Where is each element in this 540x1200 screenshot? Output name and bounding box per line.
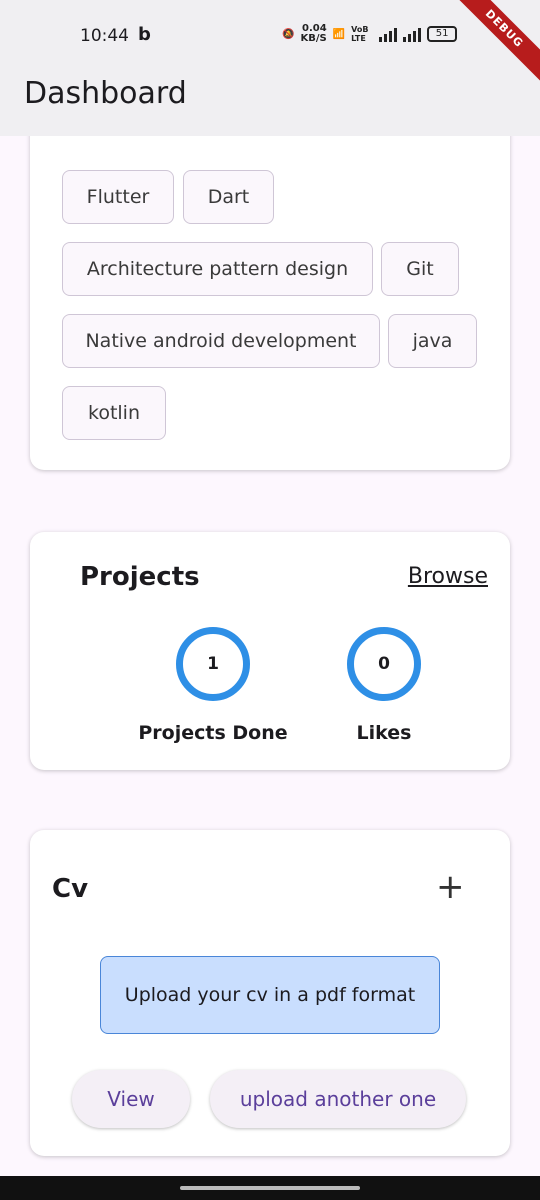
page-title: Dashboard <box>24 76 187 111</box>
skill-chip[interactable]: Dart <box>183 170 274 224</box>
signal-icon <box>379 26 398 42</box>
signal-icon-2 <box>403 26 422 42</box>
upload-another-button[interactable]: upload another one <box>210 1070 466 1128</box>
upload-cv-box[interactable]: Upload your cv in a pdf format <box>100 956 440 1034</box>
add-icon[interactable]: + <box>436 870 465 904</box>
projects-done-label: Projects Done <box>138 722 288 744</box>
view-button[interactable]: View <box>72 1070 190 1128</box>
network-speed: 0.04 KB/S <box>300 23 327 44</box>
top-bar: 10:44 b 🔕 0.04 KB/S 📶 VoB LTE 51 DEBUG D… <box>0 0 540 136</box>
skill-chip[interactable]: Native android development <box>62 314 380 368</box>
projects-card: Projects Browse 1 Projects Done 0 Likes <box>30 532 510 770</box>
system-nav-bar <box>0 1176 540 1200</box>
skill-chip[interactable]: kotlin <box>62 386 166 440</box>
projects-title: Projects <box>80 562 200 592</box>
volte-label: VoB LTE <box>351 25 369 43</box>
bing-icon: b <box>138 24 151 45</box>
mute-icon: 🔕 <box>282 28 295 40</box>
status-indicators: 🔕 0.04 KB/S 📶 VoB LTE 51 <box>282 23 458 44</box>
skills-card: Flutter Dart Architecture pattern design… <box>30 100 510 470</box>
cv-card: Cv + Upload your cv in a pdf format View… <box>30 830 510 1156</box>
likes-label: Likes <box>356 722 412 744</box>
battery-icon: 51 <box>427 26 458 42</box>
status-time: 10:44 <box>80 26 129 46</box>
skill-chip[interactable]: Flutter <box>62 170 174 224</box>
browse-link[interactable]: Browse <box>408 564 488 589</box>
wifi-icon: 📶 <box>332 28 346 40</box>
skill-chip[interactable]: Architecture pattern design <box>62 242 373 296</box>
status-bar: 10:44 b 🔕 0.04 KB/S 📶 VoB LTE 51 <box>0 0 540 70</box>
projects-done-count: 1 <box>176 627 250 701</box>
likes-count: 0 <box>347 627 421 701</box>
skill-chip[interactable]: Git <box>381 242 459 296</box>
cv-title: Cv <box>52 874 89 904</box>
skill-chip[interactable]: java <box>388 314 477 368</box>
home-handle[interactable] <box>180 1186 360 1190</box>
